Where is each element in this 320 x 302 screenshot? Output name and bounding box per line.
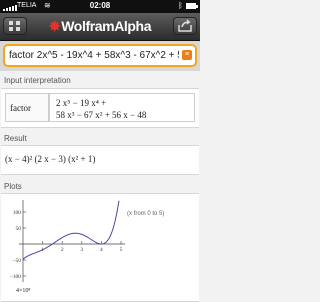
y-tick-label: 50 xyxy=(16,226,22,232)
wolfram-star-icon: ✸ xyxy=(48,18,61,34)
result-pod: (x − 4)² (2 x − 3) (x² + 1) xyxy=(1,145,199,175)
result-text: (x − 4)² (2 x − 3) (x² + 1) xyxy=(5,154,96,164)
x-tick-label: 3 xyxy=(80,247,83,253)
query-text[interactable]: factor 2x^5 - 19x^4 + 58x^3 - 67x^2 + 56… xyxy=(9,50,179,61)
query-input[interactable]: factor 2x^5 - 19x^4 + 58x^3 - 67x^2 + 56… xyxy=(3,44,197,67)
y-tick-label: −100 xyxy=(10,274,22,280)
bluetooth-icon: ᛒ xyxy=(178,1,183,10)
menu-button[interactable] xyxy=(3,17,27,35)
plot-curve xyxy=(22,200,120,260)
x-tick-label: 2 xyxy=(61,247,64,253)
share-icon xyxy=(178,19,192,32)
plots-heading: Plots xyxy=(4,182,22,191)
polynomial-cell: 2 x⁵ − 19 x⁴ + 58 x³ − 67 x² + 56 x − 48 xyxy=(49,93,195,122)
plots-pod: 100 50 −50 −100 12345 (x from 0 to 5) 4×10⁸ xyxy=(1,193,199,302)
wolframalpha-logo: ✸WolframAlpha xyxy=(48,18,152,34)
navigation-bar: ✸WolframAlpha xyxy=(0,13,200,41)
query-bar: factor 2x^5 - 19x^4 + 58x^3 - 67x^2 + 56… xyxy=(0,41,200,71)
battery-icon xyxy=(186,3,198,9)
y-tick-label: 100 xyxy=(13,210,22,216)
y-tick-label: −50 xyxy=(12,258,21,264)
x-tick-label: 4 xyxy=(100,247,103,253)
input-interpretation-heading: Input interpretation xyxy=(4,76,71,85)
status-bar: TELIA ≋ 02:08 ᛒ xyxy=(0,0,200,13)
next-plot-y-label: 4×10⁸ xyxy=(16,288,31,294)
x-tick-label: 5 xyxy=(120,247,123,253)
input-interpretation-pod: factor 2 x⁵ − 19 x⁴ + 58 x³ − 67 x² + 56… xyxy=(1,88,199,128)
query-clear-button[interactable]: ≡ xyxy=(182,50,192,60)
status-time: 02:08 xyxy=(89,1,111,10)
function-plot: 10050−50−100 12345 xyxy=(10,200,125,282)
grid-icon xyxy=(9,21,20,31)
result-heading: Result xyxy=(4,134,27,143)
function-cell: factor xyxy=(5,93,49,122)
plot-range-note: (x from 0 to 5) xyxy=(127,211,165,217)
share-button[interactable] xyxy=(173,17,197,35)
